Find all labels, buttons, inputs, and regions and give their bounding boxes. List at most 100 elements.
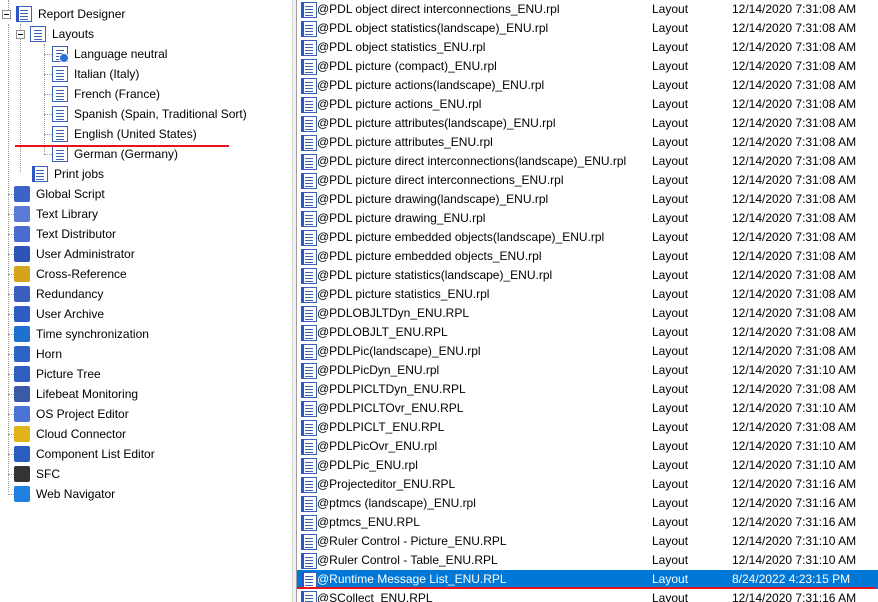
tree-item-report-designer[interactable]: Report Designer	[2, 4, 127, 24]
tree-item-language[interactable]: French (France)	[52, 84, 162, 104]
layout-folder-icon	[52, 126, 68, 142]
tree-item-editor[interactable]: Lifebeat Monitoring	[14, 384, 140, 404]
file-date: 12/14/2020 7:31:08 AM	[732, 21, 857, 35]
file-date: 12/14/2020 7:31:16 AM	[732, 591, 857, 602]
tree-item-editor[interactable]: OS Project Editor	[14, 404, 131, 424]
sfc-icon	[14, 466, 30, 482]
file-type: Layout	[652, 192, 689, 206]
tree-item-editor[interactable]: Text Distributor	[14, 224, 118, 244]
tree-guide-line	[44, 54, 52, 55]
file-row[interactable]: @PDLOBJLT_ENU.RPL Layout 12/14/2020 7:31:0…	[297, 323, 878, 342]
tree-item-language[interactable]: German (Germany)	[52, 144, 180, 164]
file-row[interactable]: @PDLPicOvr_ENU.rpl Layout 12/14/2020 7:31:…	[297, 437, 878, 456]
file-row[interactable]: @PDL picture drawing(landscape)_ENU.rpl L…	[297, 190, 878, 209]
tree-item-print-jobs[interactable]: Print jobs	[32, 164, 106, 184]
file-row[interactable]: @PDLPICLT_ENU.RPL Layout 12/14/2020 7:31:0…	[297, 418, 878, 437]
file-row[interactable]: @PDLPic(landscape)_ENU.rpl Layout 12/14/20…	[297, 342, 878, 361]
file-date: 12/14/2020 7:31:08 AM	[732, 154, 857, 168]
file-row[interactable]: @PDL picture actions_ENU.rpl Layout 12/14/…	[297, 95, 878, 114]
file-name: @Projecteditor_ENU.RPL	[317, 477, 456, 491]
file-row[interactable]: @PDLPicDyn_ENU.rpl Layout 12/14/2020 7:31:…	[297, 361, 878, 380]
os-project-editor-icon	[14, 406, 30, 422]
tree-item-editor[interactable]: Picture Tree	[14, 364, 103, 384]
tree-item-editor[interactable]: Cross-Reference	[14, 264, 129, 284]
tree-item-label: Web Navigator	[36, 487, 116, 501]
tree-item-editor[interactable]: Cloud Connector	[14, 424, 128, 444]
file-type: Layout	[652, 458, 689, 472]
file-type: Layout	[652, 591, 689, 602]
component-list-editor-icon	[14, 446, 30, 462]
file-row[interactable]: @PDLPICLTDyn_ENU.RPL Layout 12/14/2020 7:3…	[297, 380, 878, 399]
file-row[interactable]: @PDL picture attributes_ENU.rpl Layout 12/…	[297, 133, 878, 152]
tree-item-editor[interactable]: Web Navigator	[14, 484, 117, 504]
tree-item-editor[interactable]: User Administrator	[14, 244, 137, 264]
file-date: 12/14/2020 7:31:08 AM	[732, 382, 857, 396]
tree-item-language[interactable]: Italian (Italy)	[52, 64, 141, 84]
file-row[interactable]: @PDL picture attributes(landscape)_ENU.r…	[297, 114, 878, 133]
file-row[interactable]: @Ruler Control - Picture_ENU.RPL Layout 12…	[297, 532, 878, 551]
layout-file-icon	[301, 306, 317, 322]
file-date: 12/14/2020 7:31:10 AM	[732, 534, 857, 548]
file-row[interactable]: @PDL object direct interconnections_ENU.…	[297, 0, 878, 19]
tree-item-editor[interactable]: User Archive	[14, 304, 106, 324]
tree-item-editor[interactable]: SFC	[14, 464, 62, 484]
tree-item-language[interactable]: Spanish (Spain, Traditional Sort)	[52, 104, 249, 124]
tree-item-editor[interactable]: Component List Editor	[14, 444, 157, 464]
layout-file-icon	[301, 97, 317, 113]
file-row[interactable]: @PDL picture (compact)_ENU.rpl Layout 12/1…	[297, 57, 878, 76]
tree-item-label: English (United States)	[74, 127, 197, 141]
tree-item-editor[interactable]: Text Library	[14, 204, 100, 224]
layout-file-icon	[301, 287, 317, 303]
file-row[interactable]: @PDL picture direct interconnections(lan…	[297, 152, 878, 171]
file-type: Layout	[652, 287, 689, 301]
tree-item-editor[interactable]: Time synchronization	[14, 324, 151, 344]
file-name: @PDL picture statistics_ENU.rpl	[317, 287, 490, 301]
file-row[interactable]: @PDLPICLTOvr_ENU.RPL Layout 12/14/2020 7:3…	[297, 399, 878, 418]
file-row[interactable]: @SCollect_ENU.RPL Layout 12/14/2020 7:31:1…	[297, 589, 878, 602]
file-type: Layout	[652, 59, 689, 73]
tree-item-editor[interactable]: Global Script	[14, 184, 107, 204]
file-row[interactable]: @PDL picture embedded objects_ENU.rpl Lay…	[297, 247, 878, 266]
file-type: Layout	[652, 135, 689, 149]
file-row[interactable]: @PDL object statistics(landscape)_ENU.rp…	[297, 19, 878, 38]
tree-item-layouts[interactable]: Layouts	[16, 24, 96, 44]
file-date: 12/14/2020 7:31:08 AM	[732, 2, 857, 16]
layout-file-icon	[301, 211, 317, 227]
file-row[interactable]: @PDL picture statistics_ENU.rpl Layout 12/…	[297, 285, 878, 304]
file-row[interactable]: @ptmcs (landscape)_ENU.rpl Layout 12/14/20…	[297, 494, 878, 513]
file-row[interactable]: @PDL picture drawing_ENU.rpl Layout 12/14/…	[297, 209, 878, 228]
collapse-toggle-icon[interactable]	[16, 29, 25, 39]
tree-guide-line	[44, 74, 52, 75]
file-row[interactable]: @PDL picture actions(landscape)_ENU.rpl L…	[297, 76, 878, 95]
tree-item-editor[interactable]: Horn	[14, 344, 64, 364]
file-row[interactable]: @PDL picture embedded objects(landscape)…	[297, 228, 878, 247]
file-date: 12/14/2020 7:31:08 AM	[732, 325, 857, 339]
file-row[interactable]: @PDLOBJLTDyn_ENU.RPL Layout 12/14/2020 7:3…	[297, 304, 878, 323]
file-name: @PDL picture direct interconnections_ENU…	[317, 173, 564, 187]
tree-item-label: SFC	[36, 467, 60, 481]
file-type: Layout	[652, 420, 689, 434]
layout-file-icon	[301, 116, 317, 132]
tree-item-language[interactable]: English (United States)	[52, 124, 199, 144]
file-date: 12/14/2020 7:31:08 AM	[732, 59, 857, 73]
file-name: @PDLPicOvr_ENU.rpl	[317, 439, 438, 453]
layout-folder-icon	[52, 66, 68, 82]
file-row[interactable]: @PDL picture statistics(landscape)_ENU.r…	[297, 266, 878, 285]
file-row[interactable]: @Projecteditor_ENU.RPL Layout 12/14/2020 7…	[297, 475, 878, 494]
file-date: 12/14/2020 7:31:08 AM	[732, 344, 857, 358]
file-row[interactable]: @Ruler Control - Table_ENU.RPL Layout 12/1…	[297, 551, 878, 570]
tree-item-label: Redundancy	[36, 287, 104, 301]
file-row[interactable]: @PDL object statistics_ENU.rpl Layout 12/1…	[297, 38, 878, 57]
file-row[interactable]: @PDL picture direct interconnections_ENU…	[297, 171, 878, 190]
file-row[interactable]: @ptmcs_ENU.RPL Layout 12/14/2020 7:31:16 A…	[297, 513, 878, 532]
tree-item-editor[interactable]: Redundancy	[14, 284, 105, 304]
collapse-toggle-icon[interactable]	[2, 9, 11, 19]
tree-item-label: Print jobs	[54, 167, 105, 181]
file-date: 12/14/2020 7:31:08 AM	[732, 135, 857, 149]
tree-item-label: Layouts	[52, 27, 95, 41]
file-type: Layout	[652, 534, 689, 548]
tree-item-language[interactable]: Language neutral	[52, 44, 169, 64]
file-name: @PDLOBJLT_ENU.RPL	[317, 325, 448, 339]
file-row[interactable]: @PDLPic_ENU.rpl Layout 12/14/2020 7:31:10 …	[297, 456, 878, 475]
redundancy-icon	[14, 286, 30, 302]
